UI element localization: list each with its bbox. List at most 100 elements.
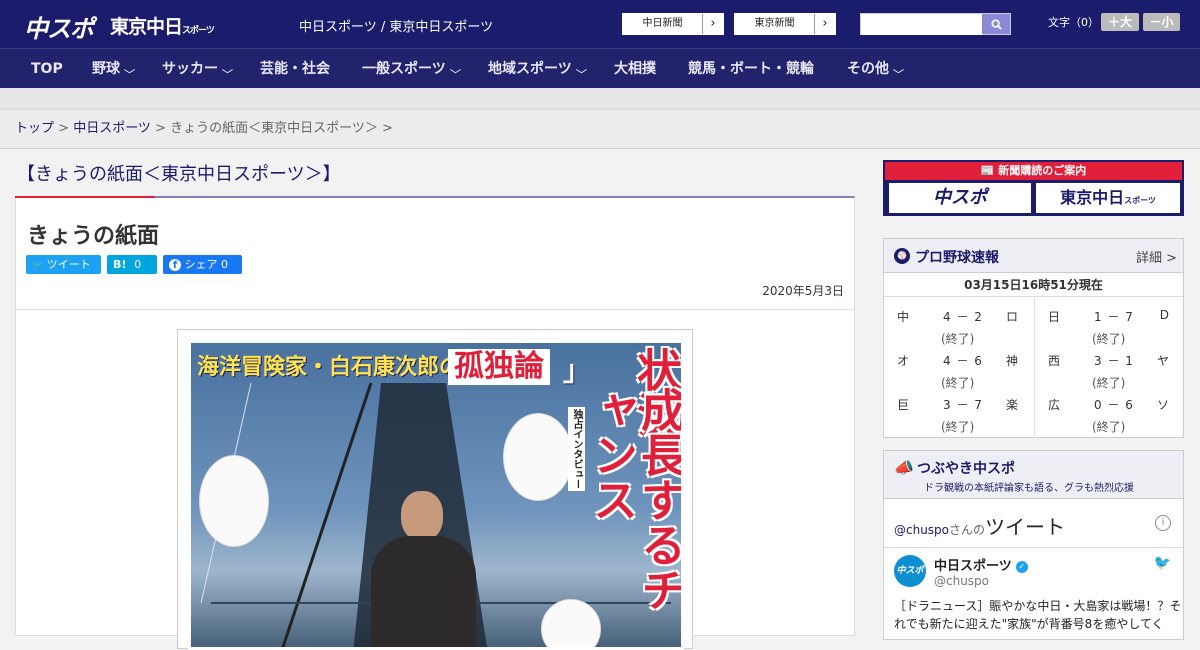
search-button[interactable] [982, 14, 1010, 34]
away-team: 神 [1005, 354, 1018, 368]
baseball-icon: ⚾ [894, 248, 910, 264]
nav-label: 大相撲 [614, 61, 656, 77]
main-nav: TOP 野球 ⌵ サッカー ⌵ 芸能・社会 一般スポーツ ⌵ 地域スポーツ ⌵ 大相撲 … [0, 48, 1200, 88]
nav-top[interactable]: TOP [31, 49, 63, 89]
subscription-tokyo-logo-small: スポーツ [1124, 196, 1156, 205]
home-team: 日 [1048, 310, 1061, 324]
tokyo-chunichi-logo-text: 東京中日 [110, 16, 183, 38]
game-status: (終了) [1092, 420, 1126, 434]
away-team: ヤ [1156, 354, 1169, 368]
tweets-box: 📣 つぶやき中スポ ドラ観戦の本紙評論家も語る、グラも熱烈応援 @chuspoさ… [883, 450, 1184, 640]
chevron-down-icon: ⌵ [892, 66, 904, 76]
nav-soccer[interactable]: サッカー ⌵ [162, 49, 233, 89]
nav-label: サッカー [162, 61, 218, 77]
game-score[interactable]: 広 0 － 6 ソ (終了) [1035, 386, 1185, 434]
nav-baseball[interactable]: 野球 ⌵ [92, 49, 135, 89]
font-smaller-button[interactable]: －小 [1143, 13, 1180, 31]
avatar[interactable]: 中スポ [894, 555, 926, 587]
headline-box: 孤独論 [448, 349, 550, 385]
article-text-bubble [503, 413, 573, 501]
subscription-title: 📰 新聞購読のご案内 [885, 162, 1182, 180]
nav-sumo[interactable]: 大相撲 [614, 49, 656, 89]
game-score[interactable]: 西3 － 1 ヤ (終了) [1035, 342, 1185, 390]
interview-tag: 独占インタビュー [568, 407, 585, 491]
newspaper-image-frame[interactable]: 海洋冒険家・白石康次郎の「 孤独論 」 独占インタビュー 普通じゃない状況 成長… [177, 329, 693, 650]
baseball-title: プロ野球速報 [915, 250, 999, 266]
home-team: オ [897, 354, 910, 368]
game-score[interactable]: 中4 － 2 ロ (終了) [884, 298, 1034, 346]
nav-other[interactable]: その他 ⌵ [847, 49, 904, 89]
baseball-header: ⚾ プロ野球速報 詳細 > [884, 239, 1183, 273]
search-input[interactable] [861, 14, 983, 35]
article-heading: きょうの紙面 [27, 224, 160, 249]
subscription-chuspo-logo[interactable]: 中スポ [889, 183, 1031, 213]
nav-label: 野球 [92, 61, 120, 77]
page-title: 【きょうの紙面＜東京中日スポーツ＞】 [17, 164, 341, 185]
nav-general-sports[interactable]: 一般スポーツ ⌵ [362, 49, 461, 89]
top-header: 中スポ 東京中日スポーツ 中日スポーツ / 東京中日スポーツ 中日新聞 › 東京… [0, 0, 1200, 48]
spacer-band [0, 88, 1200, 110]
account-handle[interactable]: @chuspo [934, 574, 989, 588]
game-score[interactable]: オ4 － 6 神 (終了) [884, 342, 1034, 390]
game-score[interactable]: 日1 － 7 D (終了) [1035, 298, 1185, 346]
score: 0 － 6 [1094, 398, 1134, 412]
chunichi-shimbun-button[interactable]: 中日新聞 › [622, 13, 724, 35]
hatena-icon: B! [113, 258, 127, 271]
nav-label: 地域スポーツ [488, 61, 572, 77]
portrait-photo [361, 491, 481, 647]
away-team: ソ [1156, 398, 1169, 412]
chevron-down-icon: ⌵ [575, 66, 587, 76]
scores-column-right: 日 1 － 7 D (終了) 西3 － 1 ヤ (終了) 広 0 － 6 ソ (終了) [1034, 298, 1184, 438]
account-name[interactable]: 中日スポーツ ✓ [934, 555, 1028, 574]
newspaper-front-page-image: 海洋冒険家・白石康次郎の「 孤独論 」 独占インタビュー 普通じゃない状況 成長… [188, 340, 684, 650]
font-larger-button[interactable]: ＋大 [1101, 13, 1139, 31]
site-name: 中日スポーツ / 東京中日スポーツ [299, 20, 494, 35]
scores-column-left: 中4 － 2 ロ (終了) オ4 － 6 神 (終了) 巨3 － 7 楽 (終了) [884, 298, 1034, 438]
tweet-button[interactable]: 🐦 ツイート [26, 255, 101, 274]
nav-racing[interactable]: 競馬・ボート・競輪 [688, 49, 814, 89]
score: 1 － 7 [1094, 310, 1134, 324]
nav-local-sports[interactable]: 地域スポーツ ⌵ [488, 49, 587, 89]
timeline-handle-suffix: さんの [949, 523, 986, 537]
tokyo-chunichi-logo[interactable]: 東京中日スポーツ [110, 12, 215, 39]
face-shape [401, 491, 443, 541]
subscription-tokyo-logo[interactable]: 東京中日スポーツ [1036, 183, 1180, 213]
subscription-tokyo-logo-text: 東京中日 [1060, 188, 1125, 207]
search-icon [990, 18, 1002, 30]
home-team: 中 [897, 310, 910, 324]
divider [16, 309, 854, 310]
subscription-banner[interactable]: 📰 新聞購読のご案内 中スポ 東京中日スポーツ [883, 160, 1184, 216]
megaphone-icon: 📣 [894, 458, 914, 477]
chuspo-logo[interactable]: 中スポ [24, 9, 94, 44]
timeline-handle-link[interactable]: @chuspo [894, 523, 949, 537]
facebook-share-label: シェア 0 [184, 258, 229, 271]
tweet-label: ツイート [46, 258, 91, 271]
tokyo-chunichi-logo-small: スポーツ [182, 26, 215, 36]
tweets-description: ドラ観戦の本紙評論家も語る、グラも熱烈応援 [924, 483, 1134, 494]
breadcrumb-separator: > [150, 121, 171, 136]
home-team: 広 [1048, 398, 1061, 412]
breadcrumb-top-link[interactable]: トップ [15, 121, 54, 136]
newspaper-icon: 📰 [980, 164, 995, 177]
away-team: D [1159, 308, 1169, 322]
chevron-down-icon: ⌵ [449, 66, 461, 76]
nav-entertainment[interactable]: 芸能・社会 [260, 49, 330, 89]
tokyo-shimbun-button[interactable]: 東京新聞 › [734, 13, 836, 35]
baseball-details-link[interactable]: 詳細 > [1136, 247, 1177, 266]
title-accent-bar [15, 196, 155, 198]
facebook-share-button[interactable]: f シェア 0 [163, 255, 242, 274]
away-team: ロ [1005, 310, 1018, 324]
twitter-bird-icon[interactable]: 🐦 [1154, 555, 1171, 571]
tokyo-shimbun-label: 東京新聞 [735, 14, 815, 34]
hatena-bookmark-button[interactable]: B! 0 [107, 255, 157, 274]
nav-label: その他 [847, 61, 889, 77]
game-score[interactable]: 巨 3 － 7 楽 (終了) [884, 386, 1034, 434]
info-icon[interactable]: i [1155, 515, 1171, 531]
chevron-down-icon: ⌵ [221, 66, 233, 76]
tweet-text[interactable]: ［ドラニュース］賑やかな中日・大島家は戦場！？それでも新たに迎えた"家族"が背番… [894, 597, 1184, 633]
breadcrumb-separator: > [54, 121, 74, 136]
font-size-label: 文字（0） [1048, 16, 1099, 29]
twitter-bird-icon: 🐦 [32, 261, 44, 271]
breadcrumb-chunichi-link[interactable]: 中日スポーツ [73, 121, 151, 136]
verified-badge-icon: ✓ [1015, 560, 1028, 573]
